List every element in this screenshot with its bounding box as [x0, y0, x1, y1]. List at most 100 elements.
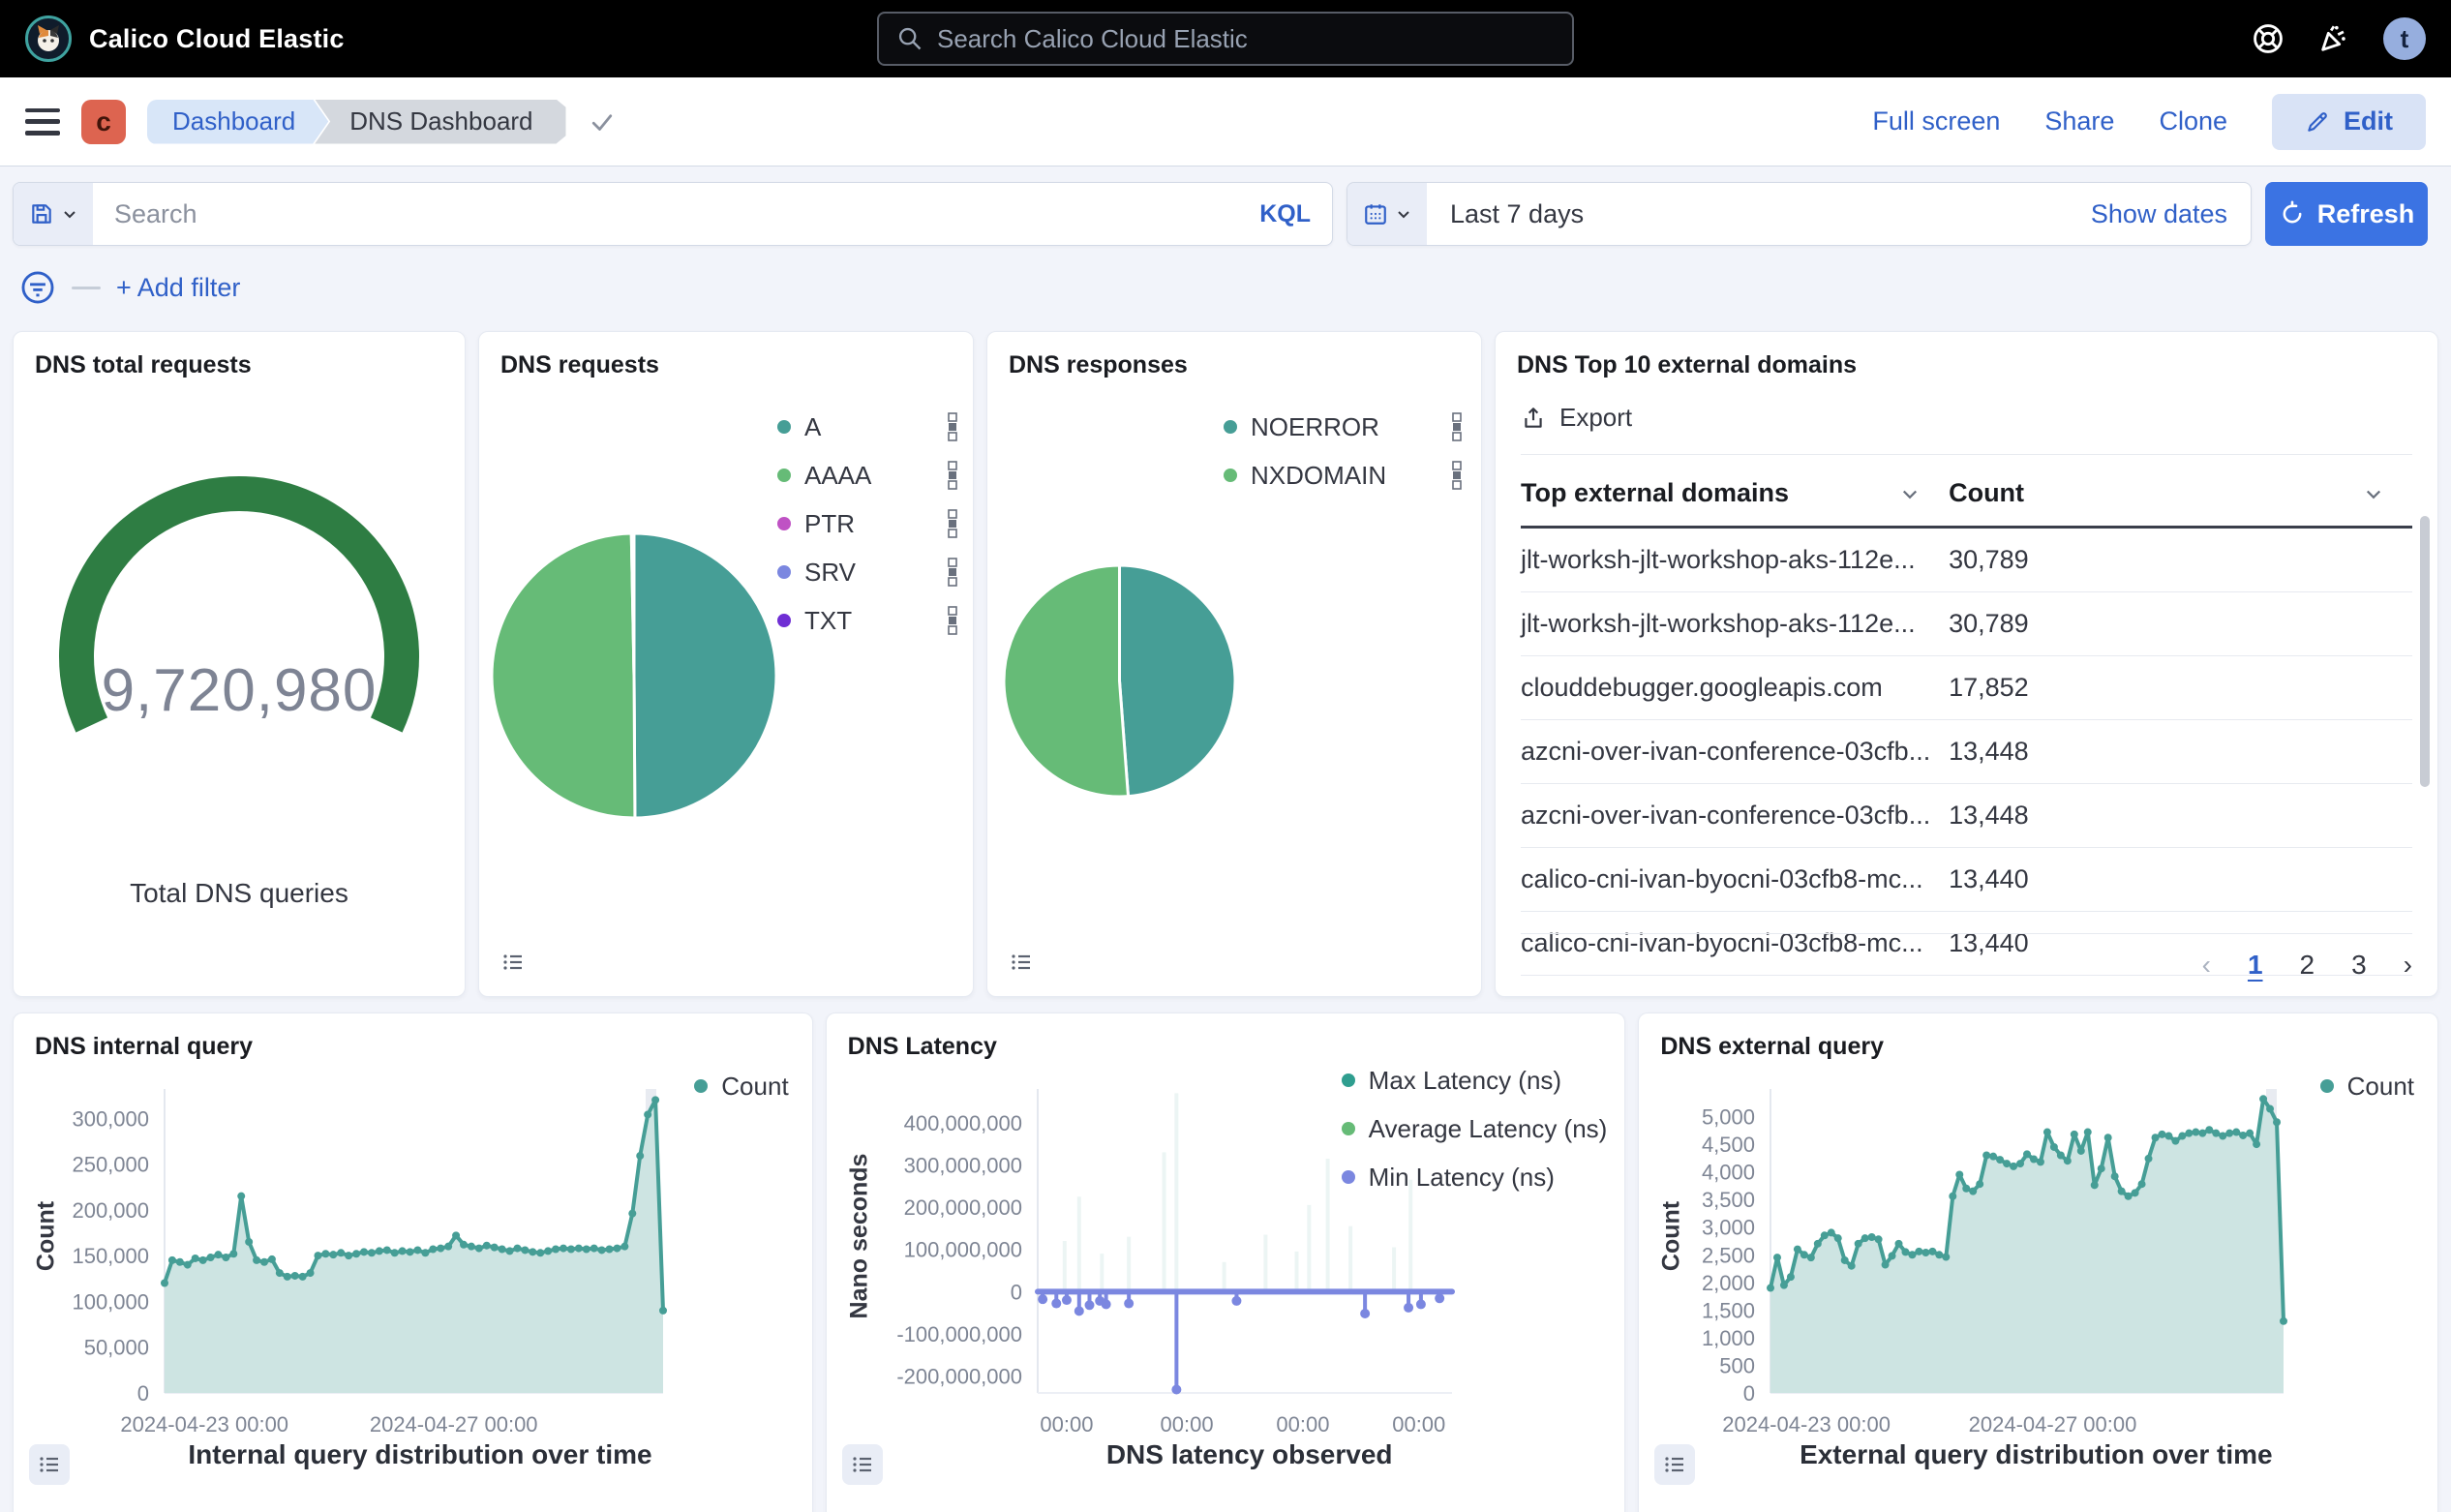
- legend-actions-icon[interactable]: [1450, 459, 1464, 492]
- refresh-button[interactable]: Refresh: [2265, 182, 2428, 246]
- search-input[interactable]: Search: [93, 199, 1238, 229]
- internal-query-area-chart[interactable]: 050,000100,000150,000200,000250,000300,0…: [19, 1072, 716, 1439]
- legend-dot: [1224, 420, 1237, 434]
- legend-item-txt[interactable]: TXT: [777, 601, 959, 640]
- table-row[interactable]: clouddebugger.googleapis.com17,852: [1521, 656, 2412, 720]
- legend-actions-icon[interactable]: [1450, 410, 1464, 443]
- refresh-icon: [2279, 200, 2306, 227]
- legend-actions-icon[interactable]: [946, 410, 959, 443]
- filter-icon[interactable]: [19, 269, 56, 306]
- svg-text:500: 500: [1720, 1353, 1756, 1377]
- legend-item-srv[interactable]: SRV: [777, 553, 959, 591]
- space-badge[interactable]: c: [81, 100, 126, 144]
- legend-toggle-button[interactable]: [1001, 942, 1042, 983]
- global-search-input[interactable]: Search Calico Cloud Elastic: [877, 12, 1574, 66]
- table-scrollbar[interactable]: [2420, 516, 2430, 787]
- kql-button[interactable]: KQL: [1238, 200, 1332, 228]
- table-row[interactable]: azcni-over-ivan-conference-03cfb...13,44…: [1521, 784, 2412, 848]
- page-2-button[interactable]: 2: [2300, 950, 2315, 981]
- pencil-icon: [2305, 109, 2330, 135]
- user-avatar[interactable]: t: [2383, 17, 2426, 60]
- table-row[interactable]: calico-cni-ivan-byocni-03cfb8-mc...13,44…: [1521, 848, 2412, 912]
- legend-item-min-latency[interactable]: Min Latency (ns): [1342, 1161, 1608, 1194]
- domain-cell: clouddebugger.googleapis.com: [1521, 656, 1949, 720]
- date-quick-menu-button[interactable]: [1347, 183, 1427, 245]
- edit-button[interactable]: Edit: [2272, 94, 2426, 150]
- external-query-area-chart[interactable]: 05001,0001,5002,0002,5003,0003,5004,0004…: [1645, 1072, 2351, 1439]
- table-row[interactable]: azcni-over-ivan-conference-03cfb...13,44…: [1521, 720, 2412, 784]
- svg-text:2024-04-27 00:00: 2024-04-27 00:00: [1969, 1412, 2137, 1436]
- column-header-count[interactable]: Count: [1949, 457, 2412, 528]
- legend-item-average-latency[interactable]: Average Latency (ns): [1342, 1112, 1608, 1145]
- table-row[interactable]: jlt-worksh-jlt-workshop-aks-112e...30,78…: [1521, 592, 2412, 656]
- legend-actions-icon[interactable]: [946, 459, 959, 492]
- legend-dot: [1342, 1170, 1355, 1184]
- domain-cell: azcni-over-ivan-conference-03cfb...: [1521, 720, 1949, 784]
- legend-item-count[interactable]: Count: [694, 1070, 788, 1103]
- legend-actions-icon[interactable]: [946, 507, 959, 540]
- legend-dot: [1224, 469, 1237, 482]
- legend-item-noerror[interactable]: NOERROR: [1224, 408, 1464, 446]
- previous-page-button[interactable]: ‹: [2202, 950, 2211, 981]
- full-screen-button[interactable]: Full screen: [1872, 106, 2000, 136]
- chart-legend: Count: [2320, 1070, 2414, 1103]
- time-range-value[interactable]: Last 7 days: [1427, 199, 2068, 229]
- list-icon: [1010, 951, 1033, 974]
- top-bar-actions: t: [2252, 17, 2426, 60]
- column-header-domains[interactable]: Top external domains: [1521, 457, 1949, 528]
- clone-button[interactable]: Clone: [2159, 106, 2227, 136]
- legend-item-a[interactable]: A: [777, 408, 959, 446]
- add-filter-button[interactable]: + Add filter: [116, 273, 240, 303]
- panel-dns-internal-query: DNS internal query Count 050,000100,0001…: [13, 1013, 813, 1512]
- party-popper-icon: [2317, 22, 2350, 55]
- legend-item-count[interactable]: Count: [2320, 1070, 2414, 1103]
- next-page-button[interactable]: ›: [2404, 950, 2412, 981]
- legend-item-ptr[interactable]: PTR: [777, 504, 959, 543]
- legend-actions-icon[interactable]: [946, 604, 959, 637]
- legend-toggle-button[interactable]: [1654, 1444, 1695, 1485]
- legend-item-aaaa[interactable]: AAAA: [777, 456, 959, 495]
- help-button[interactable]: [2252, 22, 2285, 55]
- legend-dot: [777, 469, 791, 482]
- legend-label: Max Latency (ns): [1369, 1066, 1608, 1096]
- svg-text:1,500: 1,500: [1702, 1298, 1755, 1322]
- top-navigation-bar: Calico Cloud Elastic Search Calico Cloud…: [0, 0, 2451, 77]
- news-button[interactable]: [2317, 22, 2350, 55]
- gauge-chart: 9,720,980: [26, 416, 452, 828]
- breadcrumb-dashboard[interactable]: Dashboard: [147, 100, 328, 144]
- panel-title: DNS total requests: [14, 332, 465, 379]
- menu-button[interactable]: [25, 108, 60, 136]
- saved-query-menu-button[interactable]: [14, 183, 93, 245]
- svg-text:00:00: 00:00: [1276, 1412, 1329, 1436]
- export-button[interactable]: Export: [1521, 403, 1632, 433]
- legend-toggle-button[interactable]: [493, 942, 533, 983]
- check-icon[interactable]: [588, 107, 617, 136]
- dashboard-grid: DNS total requests 9,720,980 Total DNS q…: [0, 310, 2451, 1512]
- legend-item-nxdomain[interactable]: NXDOMAIN: [1224, 456, 1464, 495]
- table-row[interactable]: jlt-worksh-jlt-workshop-aks-112e...30,78…: [1521, 528, 2412, 592]
- dns-responses-pie-chart[interactable]: [1001, 562, 1238, 800]
- life-buoy-icon: [2252, 22, 2285, 55]
- chart-legend: Max Latency (ns) Average Latency (ns) Mi…: [1342, 1064, 1608, 1194]
- calico-logo[interactable]: [25, 15, 72, 62]
- legend-actions-icon[interactable]: [946, 556, 959, 589]
- legend-toggle-button[interactable]: [29, 1444, 70, 1485]
- breadcrumb-dns-dashboard[interactable]: DNS Dashboard: [315, 100, 565, 144]
- legend-label: AAAA: [804, 461, 932, 491]
- show-dates-button[interactable]: Show dates: [2068, 199, 2251, 229]
- share-button[interactable]: Share: [2044, 106, 2114, 136]
- svg-text:2,000: 2,000: [1702, 1271, 1755, 1295]
- domain-cell: jlt-worksh-jlt-workshop-aks-112e...: [1521, 592, 1949, 656]
- legend-toggle-button[interactable]: [842, 1444, 883, 1485]
- svg-text:2,500: 2,500: [1702, 1243, 1755, 1267]
- sort-chevron-icon: [1900, 484, 1920, 503]
- search-query-box: Search KQL: [13, 182, 1333, 246]
- legend-item-max-latency[interactable]: Max Latency (ns): [1342, 1064, 1608, 1097]
- dns-requests-pie-chart[interactable]: [489, 530, 779, 821]
- page-3-button[interactable]: 3: [2351, 950, 2367, 981]
- page-1-button[interactable]: 1: [2248, 950, 2263, 981]
- export-icon: [1521, 406, 1546, 431]
- breadcrumb: Dashboard DNS Dashboard: [147, 100, 566, 144]
- legend-dot: [777, 565, 791, 579]
- svg-text:1,000: 1,000: [1702, 1326, 1755, 1350]
